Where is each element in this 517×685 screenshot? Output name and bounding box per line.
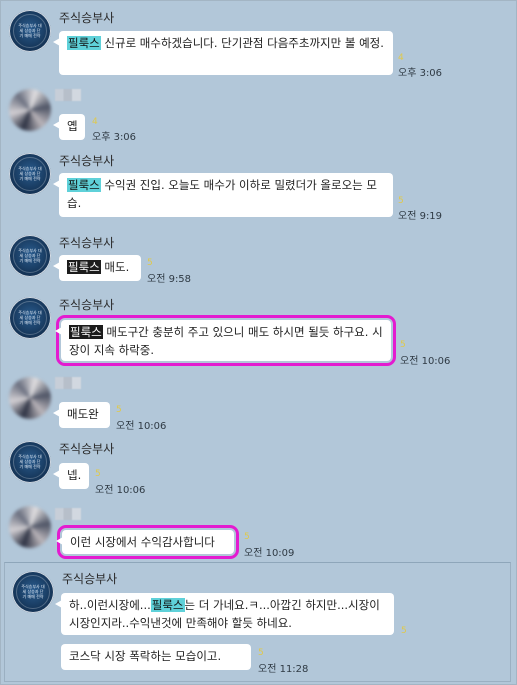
unread-count: 5 <box>400 340 406 350</box>
message-bubble-highlighted[interactable]: 필룩스 매도구간 충분히 주고 있으니 매도 하시면 될듯 하구요. 시장이 지… <box>55 315 396 366</box>
sender-name: 주식승부사 <box>59 154 115 168</box>
message-time: 오전 9:19 <box>398 211 443 222</box>
message-time: 오전 10:06 <box>400 356 451 367</box>
message-time: 오후 3:06 <box>92 132 137 143</box>
sender-avatar[interactable]: 주식승부사 대세 상승과 단기 매매 전략 <box>9 297 51 339</box>
sender-avatar[interactable]: 주식승부사 대세 상승과 단기 매매 전략 <box>9 441 51 483</box>
message-bubble[interactable]: 필룩스 신규로 매수하겠습니다. 단기관점 다음주초까지만 볼 예정. <box>53 31 393 75</box>
message-time: 오전 11:28 <box>258 664 309 675</box>
message-bubble[interactable]: 옙 <box>53 114 85 140</box>
message-time: 오전 10:06 <box>95 485 146 496</box>
message-time: 오후 3:06 <box>398 68 443 79</box>
unread-count: 5 <box>147 258 153 268</box>
member-avatar[interactable] <box>9 89 51 131</box>
stock-tag: 필룩스 <box>150 598 185 612</box>
stock-tag: 필룩스 <box>67 36 101 50</box>
member-avatar[interactable] <box>9 506 51 548</box>
stock-tag: 필룩스 <box>67 178 101 192</box>
unread-count: 5 <box>116 405 122 415</box>
message-time: 오전 10:09 <box>244 548 295 559</box>
stock-tag: 필룩스 <box>69 325 103 339</box>
sender-name: 주식승부사 <box>59 442 115 456</box>
unread-count: 5 <box>258 648 264 658</box>
member-name-blurred <box>55 89 81 101</box>
unread-count: 5 <box>95 469 101 479</box>
sender-name: 주식승부사 <box>59 11 115 25</box>
message-time: 오전 10:06 <box>116 421 167 432</box>
sender-name: 주식승부사 <box>59 298 115 312</box>
message-bubble[interactable]: 넵. <box>53 463 89 489</box>
sender-name: 주식승부사 <box>59 236 115 250</box>
unread-count: 4 <box>398 53 404 63</box>
sender-name: 주식승부사 <box>62 572 118 586</box>
message-bubble[interactable]: 하..이런시장에...필룩스는 더 가네요.ㅋ...아깝긴 하지만...시장이 … <box>55 593 394 635</box>
sender-avatar[interactable]: 주식승부사 대세 상승과 단기 매매 전략 <box>9 235 51 277</box>
message-bubble-highlighted[interactable]: 이런 시장에서 수익감사합니다 <box>56 525 239 559</box>
message-bubble[interactable]: 매도완 <box>53 402 110 428</box>
member-name-blurred <box>55 377 81 389</box>
message-bubble[interactable]: 필룩스 수익권 진입. 오늘도 매수가 이하로 밀렸더가 올로오는 모습. <box>53 173 393 217</box>
sender-avatar[interactable]: 주식승부사 대세 상승과 단기 매매 전략 <box>9 10 51 52</box>
member-name-blurred <box>55 508 81 520</box>
sender-avatar[interactable]: 주식승부사 대세 상승과 단기 매매 전략 <box>9 153 51 195</box>
unread-count: 5 <box>398 196 404 206</box>
message-time: 오전 9:58 <box>147 274 192 285</box>
member-avatar[interactable] <box>9 377 51 419</box>
stock-tag: 필룩스 <box>67 260 101 274</box>
unread-count: 5 <box>244 532 250 542</box>
unread-count: 5 <box>401 626 407 636</box>
unread-count: 4 <box>92 117 98 127</box>
message-bubble[interactable]: 필룩스 매도. <box>53 255 141 281</box>
sender-avatar[interactable]: 주식승부사 대세 상승과 단기 매매 전략 <box>12 571 54 613</box>
message-bubble[interactable]: 코스닥 시장 폭락하는 모습이고. <box>61 644 251 670</box>
